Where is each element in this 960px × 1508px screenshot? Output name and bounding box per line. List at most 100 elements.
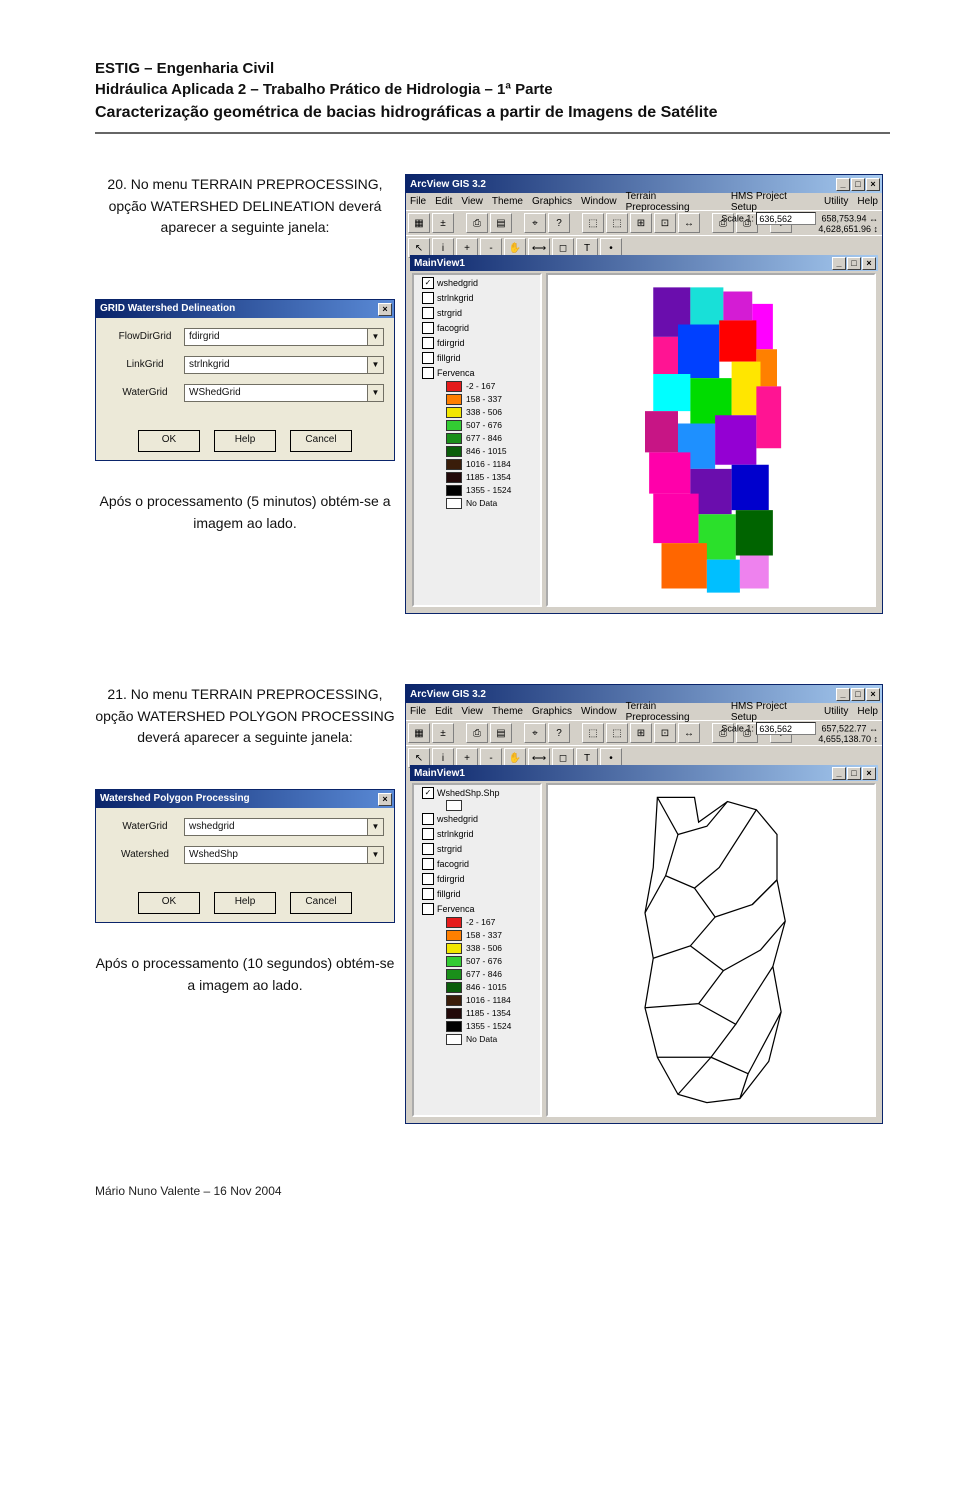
scale-input[interactable]	[756, 212, 816, 225]
toolbar-icon[interactable]: ⊞	[630, 213, 652, 233]
arcview-toc[interactable]: ✓wshedgrid strlnkgrid strgrid facogrid f…	[412, 273, 542, 607]
help-button[interactable]: Help	[214, 430, 276, 452]
maximize-icon[interactable]: □	[847, 257, 861, 270]
menu-terrain-preprocessing[interactable]: Terrain Preprocessing	[626, 191, 722, 213]
close-icon[interactable]: ×	[862, 767, 876, 780]
toolbar-icon[interactable]: ⌖	[524, 723, 546, 743]
checkbox-icon[interactable]	[422, 367, 434, 379]
minimize-icon[interactable]: _	[836, 178, 850, 191]
menu-utility[interactable]: Utility	[824, 706, 848, 717]
menu-window[interactable]: Window	[581, 196, 617, 207]
maximize-icon[interactable]: □	[847, 767, 861, 780]
menu-help[interactable]: Help	[857, 196, 878, 207]
toolbar-icon[interactable]: ⬚	[606, 213, 628, 233]
minimize-icon[interactable]: _	[832, 257, 846, 270]
menu-view[interactable]: View	[461, 196, 483, 207]
menu-edit[interactable]: Edit	[435, 196, 452, 207]
checkbox-icon[interactable]	[422, 843, 434, 855]
toolbar-icon[interactable]: ⌖	[524, 213, 546, 233]
close-icon[interactable]: ×	[866, 178, 880, 191]
toolbar-icon[interactable]: ▦	[408, 723, 430, 743]
ok-button[interactable]: OK	[138, 892, 200, 914]
maximize-icon[interactable]: □	[851, 688, 865, 701]
toolbar-icon[interactable]: ⬚	[606, 723, 628, 743]
menu-hms-project-setup[interactable]: HMS Project Setup	[731, 191, 815, 213]
ok-button[interactable]: OK	[138, 430, 200, 452]
menu-edit[interactable]: Edit	[435, 706, 452, 717]
toolbar-icon[interactable]: ±	[432, 213, 454, 233]
checkbox-icon[interactable]	[422, 292, 434, 304]
scale-input[interactable]	[756, 722, 816, 735]
checkbox-icon[interactable]	[422, 352, 434, 364]
mainview-title: MainView1	[414, 768, 465, 779]
header-divider	[95, 132, 890, 134]
checkbox-icon[interactable]	[422, 307, 434, 319]
toolbar-icon[interactable]: ↔	[678, 213, 700, 233]
checkbox-icon[interactable]: ✓	[422, 277, 434, 289]
toolbar-icon[interactable]: ?	[548, 213, 570, 233]
checkbox-icon[interactable]	[422, 858, 434, 870]
menu-file[interactable]: File	[410, 706, 426, 717]
toolbar-icon[interactable]: ⎙	[466, 213, 488, 233]
checkbox-icon[interactable]	[422, 322, 434, 334]
arcview-toc[interactable]: ✓WshedShp.Shp wshedgrid strlnkgrid strgr…	[412, 783, 542, 1117]
menu-theme[interactable]: Theme	[492, 706, 523, 717]
legend-swatch	[446, 956, 462, 967]
chevron-down-icon[interactable]: ▼	[367, 385, 383, 401]
toolbar-icon[interactable]: ±	[432, 723, 454, 743]
toolbar-icon[interactable]: ▤	[490, 723, 512, 743]
close-icon[interactable]: ×	[378, 793, 392, 806]
cancel-button[interactable]: Cancel	[290, 430, 352, 452]
chevron-down-icon[interactable]: ▼	[367, 329, 383, 345]
chevron-down-icon[interactable]: ▼	[367, 357, 383, 373]
toolbar-icon[interactable]: ⬚	[582, 213, 604, 233]
toolbar-icon[interactable]: ▦	[408, 213, 430, 233]
coord-y: 4,628,651.96	[818, 224, 871, 234]
checkbox-icon[interactable]: ✓	[422, 787, 434, 799]
close-icon[interactable]: ×	[866, 688, 880, 701]
checkbox-icon[interactable]	[422, 337, 434, 349]
menu-theme[interactable]: Theme	[492, 196, 523, 207]
menu-utility[interactable]: Utility	[824, 196, 848, 207]
toolbar-icon[interactable]: ⬚	[582, 723, 604, 743]
menu-file[interactable]: File	[410, 196, 426, 207]
maximize-icon[interactable]: □	[851, 178, 865, 191]
close-icon[interactable]: ×	[862, 257, 876, 270]
minimize-icon[interactable]: _	[832, 767, 846, 780]
menu-terrain-preprocessing[interactable]: Terrain Preprocessing	[626, 701, 722, 723]
checkbox-icon[interactable]	[422, 888, 434, 900]
mainview-title: MainView1	[414, 258, 465, 269]
toolbar-icon[interactable]: ⊡	[654, 213, 676, 233]
dlg-row: Watershed WshedShp ▼	[106, 846, 384, 864]
minimize-icon[interactable]: _	[836, 688, 850, 701]
toolbar-icon[interactable]: ?	[548, 723, 570, 743]
watershed-combo[interactable]: WshedShp ▼	[184, 846, 384, 864]
menu-graphics[interactable]: Graphics	[532, 706, 572, 717]
watergrid2-combo[interactable]: wshedgrid ▼	[184, 818, 384, 836]
toolbar-icon[interactable]: ⊡	[654, 723, 676, 743]
checkbox-icon[interactable]	[422, 873, 434, 885]
linkgrid-combo[interactable]: strlnkgrid ▼	[184, 356, 384, 374]
menu-view[interactable]: View	[461, 706, 483, 717]
close-icon[interactable]: ×	[378, 303, 392, 316]
menu-window[interactable]: Window	[581, 706, 617, 717]
menu-graphics[interactable]: Graphics	[532, 196, 572, 207]
help-button[interactable]: Help	[214, 892, 276, 914]
map-canvas-watershed-polygons[interactable]	[546, 783, 876, 1117]
checkbox-icon[interactable]	[422, 828, 434, 840]
toolbar-icon[interactable]: ▤	[490, 213, 512, 233]
flowdirgrid-combo[interactable]: fdirgrid ▼	[184, 328, 384, 346]
menu-help[interactable]: Help	[857, 706, 878, 717]
cancel-button[interactable]: Cancel	[290, 892, 352, 914]
watergrid-combo[interactable]: WShedGrid ▼	[184, 384, 384, 402]
toolbar-icon[interactable]: ↔	[678, 723, 700, 743]
map-canvas-watershed-grid[interactable]	[546, 273, 876, 607]
checkbox-icon[interactable]	[422, 813, 434, 825]
toolbar-icon[interactable]: ⊞	[630, 723, 652, 743]
chevron-down-icon[interactable]: ▼	[367, 819, 383, 835]
checkbox-icon[interactable]	[422, 903, 434, 915]
menu-hms-project-setup[interactable]: HMS Project Setup	[731, 701, 815, 723]
dlg-row: WaterGrid WShedGrid ▼	[106, 384, 384, 402]
chevron-down-icon[interactable]: ▼	[367, 847, 383, 863]
toolbar-icon[interactable]: ⎙	[466, 723, 488, 743]
